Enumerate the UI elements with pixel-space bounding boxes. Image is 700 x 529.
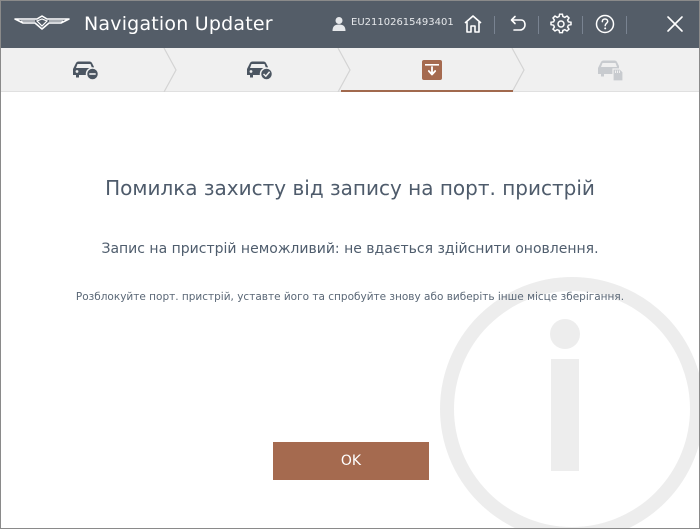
settings-icon xyxy=(550,13,572,34)
app-title: Navigation Updater xyxy=(84,13,273,35)
title-bar: Navigation Updater EU21102615493401 xyxy=(1,1,699,48)
step-4 xyxy=(523,48,699,92)
download-box-icon xyxy=(422,60,442,80)
back-icon xyxy=(510,15,526,31)
error-heading: Помилка захисту від запису на порт. прис… xyxy=(105,176,595,200)
toolbar-divider xyxy=(582,16,583,34)
toolbar-divider xyxy=(626,16,627,34)
ok-button[interactable]: OK xyxy=(273,442,429,480)
logo-icon xyxy=(14,15,70,30)
step-3-active xyxy=(347,48,517,92)
close-icon xyxy=(667,16,683,32)
close-button[interactable] xyxy=(663,12,687,36)
info-icon xyxy=(440,277,699,528)
car-check-icon xyxy=(247,61,274,81)
help-icon xyxy=(595,14,615,34)
car-minus-icon xyxy=(73,61,100,81)
home-button[interactable] xyxy=(461,12,485,36)
active-step-indicator xyxy=(341,90,513,92)
toolbar-divider xyxy=(538,16,539,34)
step-2 xyxy=(173,48,345,92)
step-1 xyxy=(1,48,169,92)
user-icon xyxy=(332,17,346,31)
car-sd-icon xyxy=(598,60,624,82)
error-hint: Розблокуйте порт. пристрій, уставте його… xyxy=(75,291,625,303)
settings-button[interactable] xyxy=(549,12,573,36)
user-id: EU21102615493401 xyxy=(351,17,454,28)
help-button[interactable] xyxy=(593,12,617,36)
back-button[interactable] xyxy=(505,12,529,36)
toolbar-divider xyxy=(494,16,495,34)
step-progress-bar xyxy=(1,48,699,92)
error-message: Запис на пристрій неможливий: не вдаєтьс… xyxy=(101,241,599,257)
home-icon xyxy=(464,15,482,33)
app-window: Navigation Updater EU21102615493401 Поми… xyxy=(0,0,700,529)
